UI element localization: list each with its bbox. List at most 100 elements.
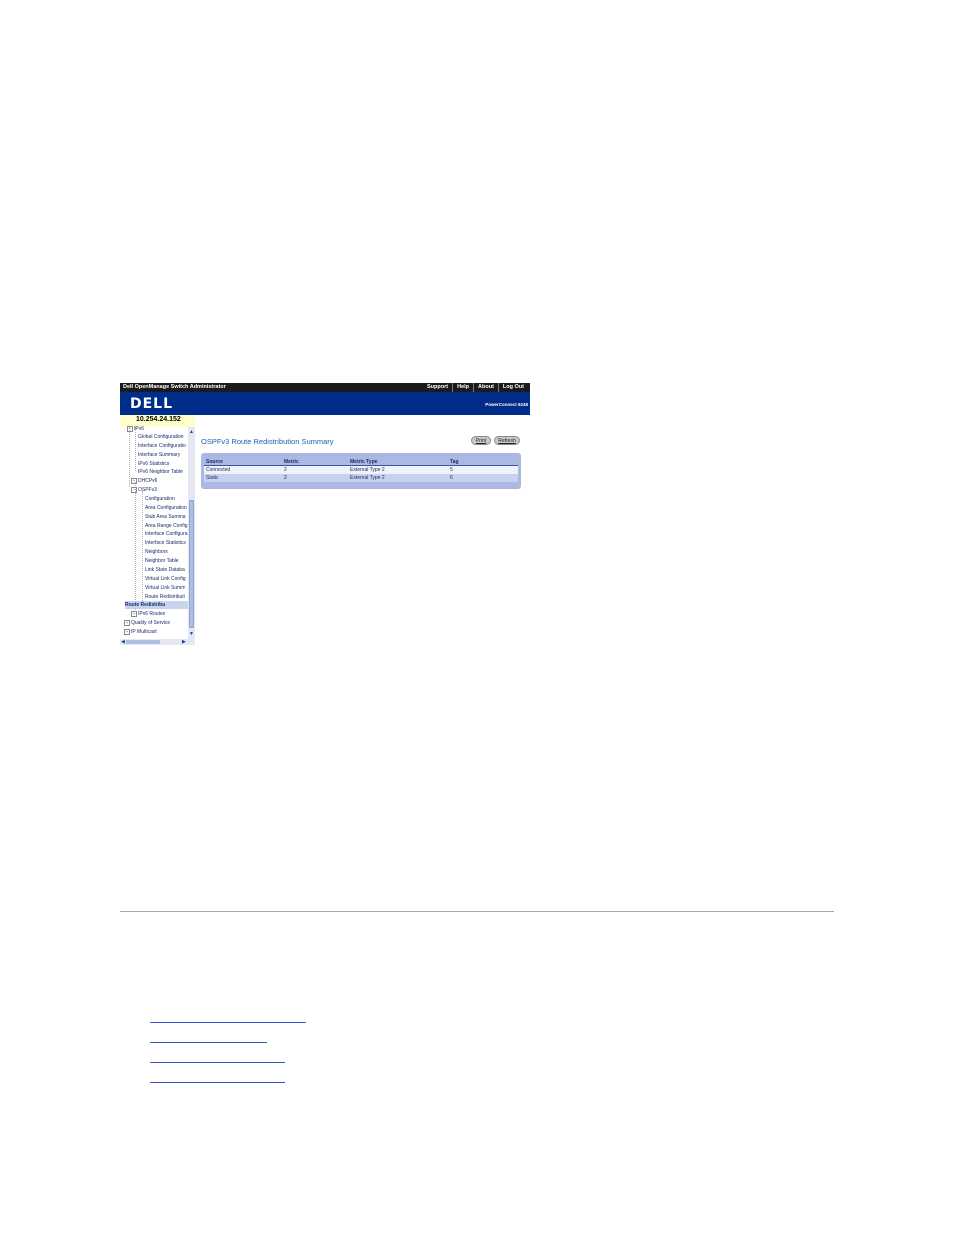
expand-plus-icon[interactable]: + [131,610,137,617]
tree-item-label: Interface Summary [138,452,181,458]
page-title: OSPFv3 Route Redistribution Summary [201,437,334,446]
switch-admin-screenshot: Dell OpenManage Switch Administrator Sup… [120,383,530,645]
tree-item-label: Route Redistribu [125,602,166,608]
tree-item-label: Configuration [145,496,175,502]
tree-item-label: IPv6 Statistics [138,461,170,467]
tree-item[interactable]: Link State Databa [145,566,185,574]
tree-item[interactable]: Area Configuration [145,504,187,512]
product-name: PowerConnect 6248 [485,402,528,407]
tree-item-label: Interface Configura [145,531,188,537]
top-links: Support Help About Log Out [423,383,528,392]
tree-item[interactable]: − OSPFv3 [131,486,157,494]
col-metric-type: Metric Type [348,458,448,466]
collapse-minus-icon[interactable]: − [127,425,133,432]
about-link[interactable]: About [473,383,498,392]
tree-item-label: Quality of Service [131,620,171,626]
cell-metric: 2 [282,474,348,482]
table-row[interactable]: Connected 2 External Type 2 5 [204,465,518,474]
related-link-1[interactable] [150,1012,306,1023]
tree-item-label: IPv6 Neighbor Table [138,469,183,475]
tree-item[interactable]: Interface Summary [138,451,180,459]
tree-item-label: Link State Databa [145,567,185,573]
tree-item[interactable]: Area Range Config [145,522,188,530]
scroll-thumb[interactable] [189,500,194,628]
cell-tag: 6 [448,474,518,482]
main-content: OSPFv3 Route Redistribution Summary Prin… [195,415,530,645]
tree-item[interactable]: + DHCPv6 [131,477,157,485]
tree-item-label: Virtual Link Summ [145,585,186,591]
tree-vertical-scrollbar[interactable]: ▲ ▼ [188,427,195,639]
expand-plus-icon[interactable]: + [124,619,130,626]
tree-item[interactable]: Neighbor Table [145,557,179,565]
cell-tag: 5 [448,465,518,474]
ip-address: 10.254.24.152 [136,416,181,423]
tree-item-label: Neighbors [145,549,168,555]
help-link[interactable]: Help [452,383,473,392]
tree-item-label: Global Configuration [138,434,184,440]
col-metric: Metric [282,458,348,466]
refresh-button[interactable]: Refresh [494,436,520,445]
tree-item-label: Interface Statistics [145,540,186,546]
tree-item[interactable]: Interface Statistics [145,539,186,547]
top-menu-bar: Dell OpenManage Switch Administrator Sup… [120,383,530,392]
tree-item[interactable]: IPv6 Statistics [138,460,169,468]
tree-item[interactable]: Virtual Link Summ [145,584,185,592]
cell-source: Static [204,474,282,482]
tree-item[interactable]: + IP Multicast [124,628,157,636]
table-header-row: Source Metric Metric Type Tag [204,458,518,466]
tree-guide-line [135,427,137,471]
support-link[interactable]: Support [423,383,452,392]
navigation-tree: − IPv6 Global Configuration Interface Confi… [120,425,188,639]
redistribution-table: Source Metric Metric Type Tag Connected … [204,458,518,482]
tree-item-label: OSPFv3 [138,487,157,493]
tree-item[interactable]: Interface Configuratio [138,442,186,450]
related-link-4[interactable] [150,1072,285,1083]
tree-item[interactable]: IPv6 Neighbor Table [138,468,183,476]
app-title: Dell OpenManage Switch Administrator [123,384,226,390]
tree-item-label: IPv6 [134,426,145,432]
print-button[interactable]: Print [471,436,491,445]
tree-item[interactable]: − IPv6 [127,425,144,433]
cell-metric-type: External Type 2 [348,474,448,482]
expand-plus-icon[interactable]: + [131,477,137,484]
tree-item-label: IP Multicast [131,629,157,635]
cell-metric-type: External Type 2 [348,465,448,474]
collapse-minus-icon[interactable]: − [131,486,137,493]
tree-item-selected[interactable]: Route Redistribu [125,601,188,609]
scroll-down-icon[interactable]: ▼ [189,631,194,637]
horizontal-divider [120,911,834,912]
tree-item-label: Neighbor Table [145,558,179,564]
tree-item-label: Virtual Link Config [145,576,186,582]
cell-source: Connected [204,465,282,474]
tree-item[interactable]: Route Redistributi [145,593,185,601]
related-link-3[interactable] [150,1052,285,1063]
tree-item[interactable]: Stub Area Summa [145,513,186,521]
tree-item-label: Area Range Config [145,523,188,529]
tree-item[interactable]: Interface Configura [145,530,188,538]
tree-item-label: DHCPv6 [138,478,158,484]
hscroll-thumb[interactable] [126,640,160,644]
tree-guide-line [142,491,144,607]
scroll-left-icon[interactable]: ◀ [121,639,125,645]
scroll-up-icon[interactable]: ▲ [189,429,194,435]
tree-horizontal-scrollbar[interactable]: ◀ ▶ [120,639,195,645]
tree-item[interactable]: + Quality of Service [124,619,170,627]
cell-metric: 2 [282,465,348,474]
related-link-2[interactable] [150,1032,267,1043]
brand-banner: DELL PowerConnect 6248 [120,392,530,415]
tree-item[interactable]: Global Configuration [138,433,184,441]
tree-item[interactable]: Virtual Link Config [145,575,186,583]
tree-item[interactable]: + IPv6 Routes [131,610,165,618]
col-tag: Tag [448,458,518,466]
dell-logo: DELL [130,396,174,412]
tree-item[interactable]: Configuration [145,495,175,503]
tree-item-label: Route Redistributi [145,594,185,600]
tree-item-label: Interface Configuratio [138,443,186,449]
summary-table-container: Source Metric Metric Type Tag Connected … [201,453,521,489]
tree-guide-line [135,482,137,612]
logout-link[interactable]: Log Out [497,383,528,392]
tree-item[interactable]: Neighbors [145,548,168,556]
expand-plus-icon[interactable]: + [124,628,130,635]
table-row[interactable]: Static 2 External Type 2 6 [204,474,518,482]
scroll-right-icon[interactable]: ▶ [182,639,186,645]
